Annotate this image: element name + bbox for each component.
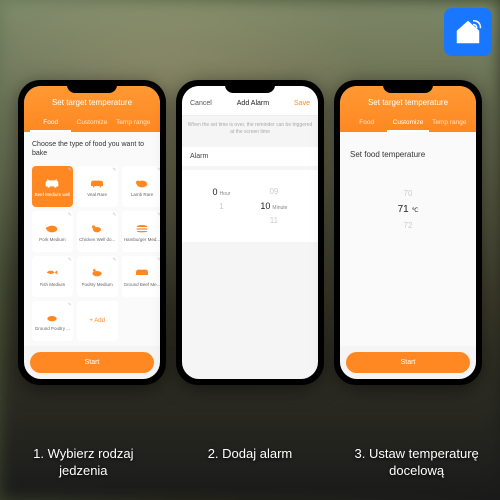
alarm-section-label: Alarm bbox=[182, 147, 318, 166]
start-button[interactable]: Start bbox=[30, 352, 154, 373]
cow-icon bbox=[89, 176, 105, 190]
save-button[interactable]: Save bbox=[294, 100, 310, 107]
tab-customize[interactable]: Customize bbox=[71, 115, 112, 132]
phone-row: Set target temperature Food Customize Te… bbox=[0, 80, 500, 385]
hint-text: When the set time is over, the reminder … bbox=[182, 116, 318, 141]
food-ground-poultry[interactable]: ✎Ground Poultry ... bbox=[32, 301, 73, 342]
edit-icon: ✎ bbox=[157, 167, 160, 173]
turkey-icon bbox=[44, 310, 60, 324]
fish-icon bbox=[44, 266, 60, 280]
content: Choose the type of food you want to bake… bbox=[24, 132, 160, 346]
food-fish-medium[interactable]: ✎Fish Medium bbox=[32, 256, 73, 297]
edit-icon: ✎ bbox=[68, 302, 72, 308]
edit-icon: ✎ bbox=[68, 167, 72, 173]
page-title: Set target temperature bbox=[30, 98, 154, 115]
page-title: Set target temperature bbox=[346, 98, 470, 115]
burger-icon bbox=[134, 221, 150, 235]
prompt-text: Set food temperature bbox=[348, 140, 468, 169]
temperature-picker[interactable]: 70 71℃ 72 bbox=[348, 189, 468, 230]
hour-wheel[interactable]: 0Hour 1 bbox=[213, 182, 231, 230]
cow-icon bbox=[44, 176, 60, 190]
captions: 1. Wybierz rodzaj jedzenia 2. Dodaj alar… bbox=[0, 446, 500, 480]
edit-icon: ✎ bbox=[157, 212, 160, 218]
pig-icon bbox=[44, 221, 60, 235]
food-lamb-rare[interactable]: ✎Lamb Rare bbox=[122, 166, 160, 207]
page-title: Add Alarm bbox=[237, 100, 269, 107]
tab-food[interactable]: Food bbox=[30, 115, 71, 132]
prompt-text: Choose the type of food you want to bake bbox=[32, 140, 152, 158]
tab-temp-range[interactable]: Temp range bbox=[113, 115, 154, 132]
food-poultry-medium[interactable]: ✎Poultry Medium bbox=[77, 256, 118, 297]
header: Set target temperature Food Customize Te… bbox=[340, 86, 476, 132]
food-veal-rare[interactable]: ✎Veal Rare bbox=[77, 166, 118, 207]
screen-3: Set target temperature Food Customize Te… bbox=[340, 86, 476, 379]
caption-3: 3. Ustaw temperaturę docelową bbox=[342, 446, 492, 480]
caption-2: 2. Dodaj alarm bbox=[175, 446, 325, 480]
phone-1: Set target temperature Food Customize Te… bbox=[18, 80, 166, 385]
food-beef-medium-well[interactable]: ✎Beef Medium well bbox=[32, 166, 73, 207]
app-logo bbox=[444, 8, 492, 56]
add-food-button[interactable]: + Add bbox=[77, 301, 118, 342]
screen-2: Cancel Add Alarm Save When the set time … bbox=[182, 86, 318, 379]
food-chicken-well[interactable]: ✎Chicken Well do... bbox=[77, 211, 118, 252]
cow-icon bbox=[134, 266, 150, 280]
tab-customize[interactable]: Customize bbox=[387, 115, 428, 132]
smart-home-icon bbox=[453, 17, 483, 47]
food-ground-beef[interactable]: ✎Ground Beef Me... bbox=[122, 256, 160, 297]
turkey-icon bbox=[89, 266, 105, 280]
start-button[interactable]: Start bbox=[346, 352, 470, 373]
edit-icon: ✎ bbox=[112, 167, 116, 173]
edit-icon: ✎ bbox=[68, 257, 72, 263]
tab-food[interactable]: Food bbox=[346, 115, 387, 132]
screen-1: Set target temperature Food Customize Te… bbox=[24, 86, 160, 379]
edit-icon: ✎ bbox=[112, 257, 116, 263]
edit-icon: ✎ bbox=[157, 257, 160, 263]
tab-temp-range[interactable]: Temp range bbox=[429, 115, 470, 132]
time-picker[interactable]: 0Hour 1 09 10Minute 11 bbox=[182, 170, 318, 242]
food-grid: ✎Beef Medium well ✎Veal Rare ✎Lamb Rare … bbox=[32, 166, 152, 341]
content: Set food temperature 70 71℃ 72 bbox=[340, 132, 476, 346]
tabs: Food Customize Temp range bbox=[30, 115, 154, 132]
sheep-icon bbox=[134, 176, 150, 190]
tabs: Food Customize Temp range bbox=[346, 115, 470, 132]
edit-icon: ✎ bbox=[68, 212, 72, 218]
minute-wheel[interactable]: 09 10Minute 11 bbox=[260, 182, 287, 230]
food-hamburger[interactable]: ✎Hamburger Med... bbox=[122, 211, 160, 252]
edit-icon: ✎ bbox=[112, 212, 116, 218]
header: Cancel Add Alarm Save bbox=[182, 86, 318, 116]
phone-3: Set target temperature Food Customize Te… bbox=[334, 80, 482, 385]
header: Set target temperature Food Customize Te… bbox=[24, 86, 160, 132]
cancel-button[interactable]: Cancel bbox=[190, 100, 212, 107]
chicken-icon bbox=[89, 221, 105, 235]
food-pork-medium[interactable]: ✎Pork Medium bbox=[32, 211, 73, 252]
phone-2: Cancel Add Alarm Save When the set time … bbox=[176, 80, 324, 385]
caption-1: 1. Wybierz rodzaj jedzenia bbox=[8, 446, 158, 480]
